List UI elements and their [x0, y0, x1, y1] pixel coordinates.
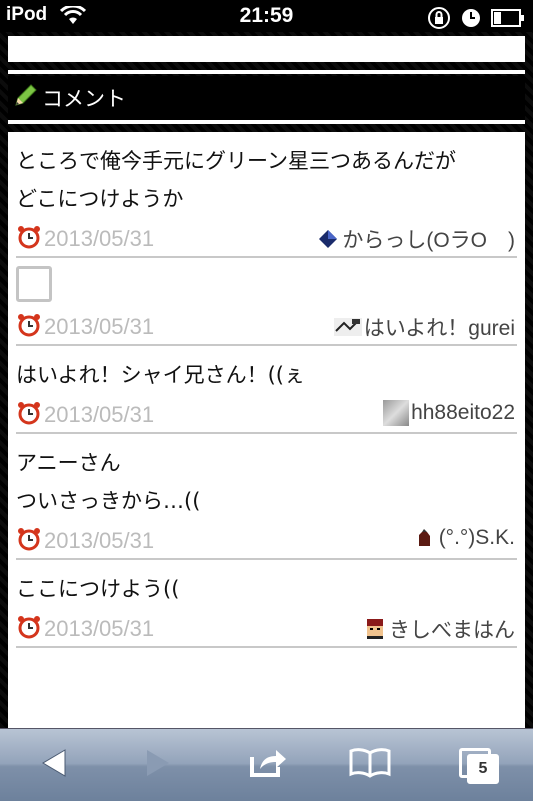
comment-text: ここにつけよう((	[16, 577, 180, 601]
tabs-button[interactable]: 5	[448, 745, 508, 785]
tabs-count: 5	[467, 754, 499, 784]
comment-text: ところで俺今手元にグリーン星三つあるんだが どこにつけようか	[16, 149, 456, 211]
back-arrow-icon	[39, 747, 69, 783]
comment-item: アニーさん ついさっきから…(( 2013/05/31 (°.°)S.K.	[16, 434, 517, 560]
section-header: コメント	[8, 76, 525, 120]
comment-item: 2013/05/31 はいよれ！gurei	[16, 266, 517, 346]
back-button[interactable]	[24, 745, 84, 785]
comment-author[interactable]: hh88eito22	[383, 400, 515, 426]
forward-button[interactable]	[128, 745, 188, 785]
alarm-clock-icon	[16, 224, 42, 254]
alarm-clock-icon	[16, 614, 42, 644]
tabs-icon: 5	[459, 748, 499, 784]
divider	[8, 120, 525, 124]
comment-date: 2013/05/31	[44, 226, 155, 251]
sketch-avatar-icon	[333, 315, 362, 339]
status-bar: iPod 21:59	[0, 0, 533, 32]
share-icon	[248, 747, 288, 783]
comment-list: ところで俺今手元にグリーン星三つあるんだが どこにつけようか 2013/05/3…	[8, 132, 525, 728]
author-name: (°.°)S.K.	[438, 526, 515, 549]
orientation-lock-icon	[427, 6, 451, 34]
web-page: コメント ところで俺今手元にグリーン星三つあるんだが どこにつけようか 2013…	[0, 32, 533, 728]
section-title: コメント	[42, 87, 126, 111]
photo-avatar-icon	[383, 400, 410, 426]
comment-date: 2013/05/31	[44, 528, 155, 553]
alarm-clock-icon	[16, 312, 42, 342]
comment-text: アニーさん ついさっきから…((	[16, 451, 201, 513]
top-banner	[8, 36, 525, 62]
comment-item: はいよれ！シャイ兄さん！((ぇ 2013/05/31 hh88eito22	[16, 346, 517, 434]
image-placeholder	[16, 266, 52, 302]
author-name: hh88eito22	[411, 401, 515, 424]
comment-author[interactable]: はいよれ！gurei	[333, 312, 515, 342]
character-avatar-icon	[363, 617, 387, 641]
comment-author[interactable]: からっし(OラO )	[316, 224, 515, 254]
comment-author[interactable]: きしべまはん	[363, 614, 515, 644]
author-name: はいよれ！gurei	[363, 317, 515, 340]
comment-date: 2013/05/31	[44, 314, 155, 339]
forward-arrow-icon	[143, 747, 173, 783]
comment-date: 2013/05/31	[44, 616, 155, 641]
author-name: からっし(OラO )	[342, 229, 515, 252]
alarm-clock-icon	[16, 400, 42, 430]
diamond-avatar-icon	[316, 227, 340, 251]
share-button[interactable]	[238, 745, 298, 785]
comment-item: ここにつけよう(( 2013/05/31 きしべまはん	[16, 560, 517, 648]
divider	[8, 70, 525, 74]
browser-toolbar: 5	[0, 728, 533, 801]
book-icon	[348, 747, 392, 783]
alarm-clock-icon	[16, 526, 42, 556]
glove-avatar-icon	[413, 526, 437, 550]
battery-icon	[491, 9, 525, 31]
comment-item: ところで俺今手元にグリーン星三つあるんだが どこにつけようか 2013/05/3…	[16, 132, 517, 258]
pencil-icon	[12, 83, 38, 113]
comment-text: はいよれ！シャイ兄さん！((ぇ	[16, 363, 305, 387]
comment-author[interactable]: (°.°)S.K.	[413, 526, 515, 550]
comment-date: 2013/05/31	[44, 402, 155, 427]
bookmarks-button[interactable]	[340, 745, 400, 785]
author-name: きしべまはん	[389, 619, 515, 642]
alarm-clock-icon	[461, 8, 481, 32]
